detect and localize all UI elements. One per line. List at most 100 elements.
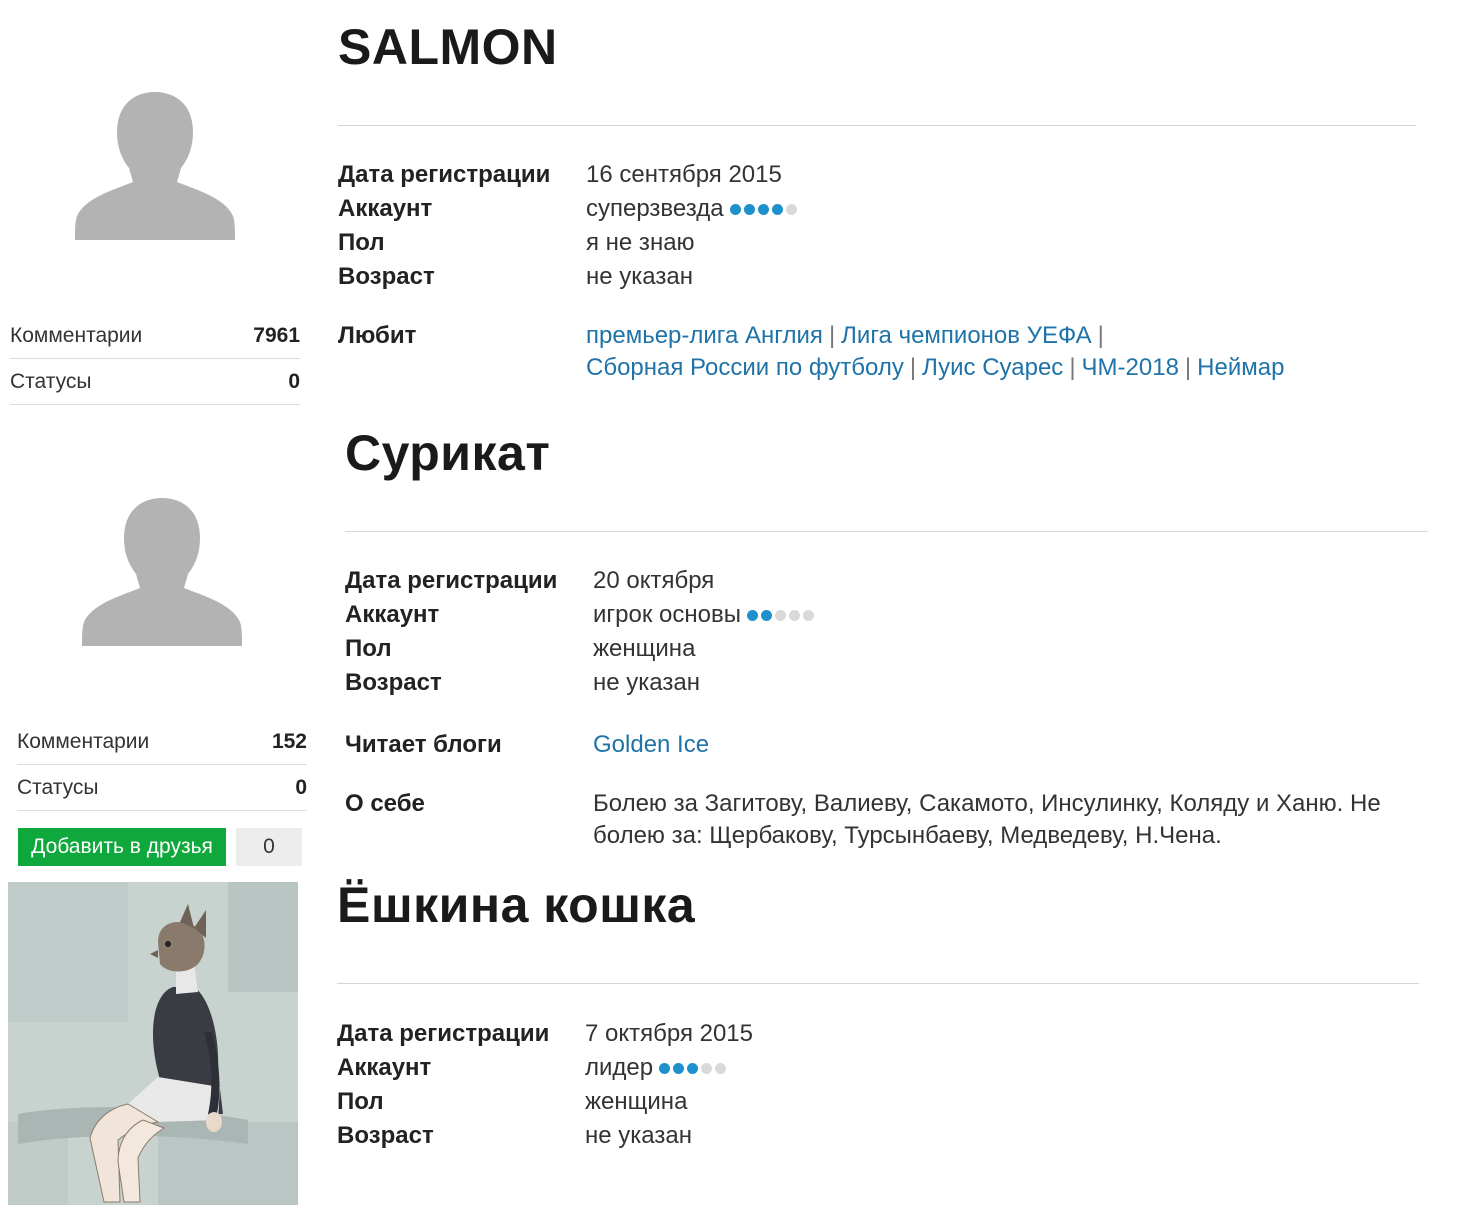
info-row-age: Возраст не указан xyxy=(345,666,1423,700)
rank-dot-filled xyxy=(760,609,772,621)
rank-dot-empty xyxy=(774,609,786,621)
rank-dot-empty xyxy=(802,609,814,621)
rank-dot-filled xyxy=(771,203,783,215)
stat-label: Статусы xyxy=(10,369,92,393)
separator: | xyxy=(1097,322,1104,349)
like-link[interactable]: ЧМ-2018 xyxy=(1082,354,1179,381)
stat-label: Комментарии xyxy=(17,729,150,753)
rank-dots xyxy=(659,1062,727,1074)
separator: | xyxy=(1184,354,1192,381)
info-label: Возраст xyxy=(337,1122,434,1149)
info-row-blogs: Читает блоги Golden Ice xyxy=(345,728,1423,762)
info-row-account: Аккаунт игрок основы xyxy=(345,598,1423,632)
info-row-sex: Пол женщина xyxy=(345,632,1423,666)
separator: | xyxy=(1069,354,1076,381)
rank-dot-filled xyxy=(687,1062,699,1074)
info-label: Аккаунт xyxy=(345,601,440,628)
info-value: женщина xyxy=(593,635,696,662)
like-link[interactable]: Неймар xyxy=(1197,354,1284,381)
like-link[interactable]: Сборная России по футболу xyxy=(586,354,904,381)
rank-dot-filled xyxy=(757,203,769,215)
info-row-registration: Дата регистрации 7 октября 2015 xyxy=(337,1017,753,1051)
stat-value: 0 xyxy=(295,775,307,799)
avatar[interactable] xyxy=(75,88,235,248)
profile-info: Дата регистрации 7 октября 2015 Аккаунт … xyxy=(337,1017,753,1153)
friend-count-badge: 0 xyxy=(236,828,302,866)
separator: | xyxy=(909,354,917,381)
info-value: женщина xyxy=(585,1088,688,1115)
stat-label: Комментарии xyxy=(10,323,143,347)
info-value: я не знаю xyxy=(586,229,695,256)
rank-dot-filled xyxy=(746,609,758,621)
profile-name[interactable]: SALMON xyxy=(338,18,558,76)
separator: | xyxy=(828,322,836,349)
info-row-age: Возраст не указан xyxy=(337,1119,753,1153)
info-row-sex: Пол женщина xyxy=(337,1085,753,1119)
divider xyxy=(345,531,1428,532)
like-link[interactable]: премьер-лига Англия xyxy=(586,322,823,349)
rank-dots xyxy=(746,609,814,621)
info-value: 16 сентября 2015 xyxy=(586,161,782,188)
info-label: Пол xyxy=(338,229,385,256)
stats-block: Комментарии 7961 Статусы 0 xyxy=(10,313,300,405)
profile-info: Дата регистрации 16 сентября 2015 Аккаун… xyxy=(338,158,1416,384)
cat-girl-illustration xyxy=(8,882,298,1205)
profile-info: Дата регистрации 20 октября Аккаунт игро… xyxy=(345,564,1423,852)
info-value: 20 октября xyxy=(593,567,715,594)
info-value: не указан xyxy=(586,263,693,290)
likes-list: премьер-лига Англия | Лига чемпионов УЕФА |… xyxy=(586,320,1416,384)
info-row-sex: Пол я не знаю xyxy=(338,226,1416,260)
person-silhouette-icon xyxy=(82,498,242,646)
info-row-account: Аккаунт суперзвезда xyxy=(338,192,1416,226)
stat-value: 0 xyxy=(288,369,300,393)
stat-comments[interactable]: Комментарии 152 xyxy=(17,719,307,765)
divider xyxy=(338,125,1416,126)
blog-link[interactable]: Golden Ice xyxy=(593,731,709,759)
divider xyxy=(337,983,1419,984)
rank-dot-empty xyxy=(701,1062,713,1074)
info-value: не указан xyxy=(593,669,700,696)
like-link[interactable]: Луис Суарес xyxy=(922,354,1063,381)
info-value: 7 октября 2015 xyxy=(585,1020,753,1047)
info-value: не указан xyxy=(585,1122,692,1149)
info-value: лидер xyxy=(585,1054,654,1081)
avatar-cat-image[interactable] xyxy=(8,882,298,1205)
info-row-registration: Дата регистрации 20 октября xyxy=(345,564,1423,598)
add-friend-button[interactable]: Добавить в друзья xyxy=(18,828,226,866)
stat-value: 152 xyxy=(271,729,307,753)
info-label: Дата регистрации xyxy=(338,161,551,188)
info-row-account: Аккаунт лидер xyxy=(337,1051,753,1085)
info-row-likes: Любит премьер-лига Англия | Лига чемпионов… xyxy=(338,320,1416,384)
info-label: Любит xyxy=(338,322,417,349)
profile-name[interactable]: Ёшкина кошка xyxy=(337,876,695,934)
stat-statuses[interactable]: Статусы 0 xyxy=(10,359,300,405)
info-value: игрок основы xyxy=(593,601,741,628)
person-silhouette-icon xyxy=(75,92,235,240)
info-row-about: О себе Болею за Загитову, Валиеву, Сакам… xyxy=(345,788,1423,852)
info-row-registration: Дата регистрации 16 сентября 2015 xyxy=(338,158,1416,192)
profile-name[interactable]: Сурикат xyxy=(345,424,550,482)
info-label: Пол xyxy=(345,635,392,662)
info-label: Дата регистрации xyxy=(337,1020,550,1047)
stats-block: Комментарии 152 Статусы 0 xyxy=(17,719,307,811)
info-label: Пол xyxy=(337,1088,384,1115)
info-label: Возраст xyxy=(345,669,442,696)
rank-dot-filled xyxy=(673,1062,685,1074)
about-text: Болею за Загитову, Валиеву, Сакамото, Ин… xyxy=(593,790,1381,849)
rank-dot-filled xyxy=(729,203,741,215)
rank-dot-empty xyxy=(715,1062,727,1074)
info-label: Аккаунт xyxy=(338,195,433,222)
avatar[interactable] xyxy=(82,494,242,654)
info-label: О себе xyxy=(345,790,425,817)
info-value: суперзвезда xyxy=(586,195,724,222)
stat-value: 7961 xyxy=(253,323,300,347)
rank-dot-empty xyxy=(788,609,800,621)
rank-dots xyxy=(729,203,797,215)
stat-label: Статусы xyxy=(17,775,99,799)
info-label: Возраст xyxy=(338,263,435,290)
like-link[interactable]: Лига чемпионов УЕФА xyxy=(841,322,1092,349)
stat-statuses[interactable]: Статусы 0 xyxy=(17,765,307,811)
info-row-age: Возраст не указан xyxy=(338,260,1416,294)
stat-comments[interactable]: Комментарии 7961 xyxy=(10,313,300,359)
info-label: Читает блоги xyxy=(345,731,502,758)
